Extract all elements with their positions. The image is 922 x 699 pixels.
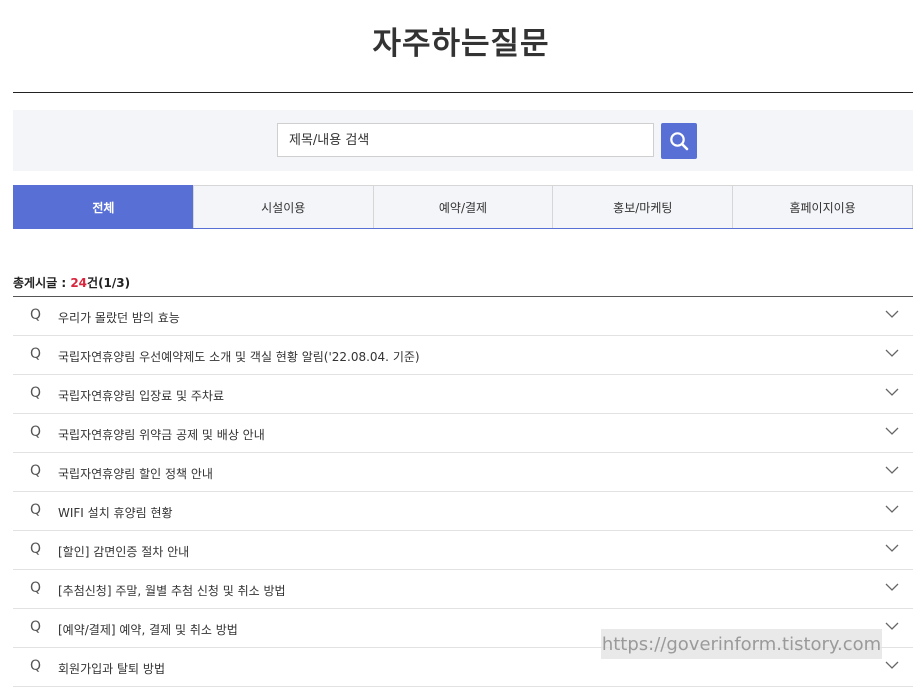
title-divider xyxy=(13,92,913,93)
faq-question: 회원가입과 탈퇴 방법 xyxy=(58,662,165,676)
tab-reservation[interactable]: 예약/결제 xyxy=(372,185,554,228)
search-button[interactable] xyxy=(661,123,697,159)
search-input[interactable] xyxy=(277,123,654,157)
chevron-down-icon[interactable] xyxy=(885,348,899,358)
chevron-down-icon[interactable] xyxy=(885,660,899,670)
faq-item[interactable]: Q 국립자연휴양림 입장료 및 주차료 xyxy=(13,375,913,414)
chevron-down-icon[interactable] xyxy=(885,504,899,514)
post-count-number: 24 xyxy=(70,276,88,290)
chevron-down-icon[interactable] xyxy=(885,387,899,397)
chevron-down-icon[interactable] xyxy=(885,621,899,631)
chevron-down-icon[interactable] xyxy=(885,309,899,319)
question-marker: Q xyxy=(30,385,42,401)
question-marker: Q xyxy=(30,541,42,557)
question-marker: Q xyxy=(30,619,42,635)
question-marker: Q xyxy=(30,658,42,674)
chevron-down-icon[interactable] xyxy=(885,465,899,475)
faq-item[interactable]: Q [추첨신청] 주말, 월별 추첨 신청 및 취소 방법 xyxy=(13,570,913,609)
question-marker: Q xyxy=(30,502,42,518)
tab-homepage[interactable]: 홈페이지이용 xyxy=(732,185,913,228)
faq-item[interactable]: Q [할인] 감면인증 절차 안내 xyxy=(13,531,913,570)
faq-question: 국립자연휴양림 우선예약제도 소개 및 객실 현황 알림('22.08.04. … xyxy=(58,350,420,364)
faq-question: [할인] 감면인증 절차 안내 xyxy=(58,545,190,559)
faq-question: 국립자연휴양림 입장료 및 주차료 xyxy=(58,389,225,403)
watermark: https://goverinform.tistory.com xyxy=(601,629,882,659)
question-marker: Q xyxy=(30,580,42,596)
faq-question: 국립자연휴양림 할인 정책 안내 xyxy=(58,467,213,481)
faq-item[interactable]: Q WIFI 설치 휴양림 현황 xyxy=(13,492,913,531)
search-area xyxy=(13,110,913,171)
faq-item[interactable]: Q 우리가 몰랐던 밤의 효능 xyxy=(13,297,913,336)
post-count: 총게시글 : 24건(1/3) xyxy=(13,274,130,291)
question-marker: Q xyxy=(30,424,42,440)
question-marker: Q xyxy=(30,346,42,362)
post-count-label: 총게시글 : xyxy=(13,276,71,290)
faq-question: 우리가 몰랐던 밤의 효능 xyxy=(58,311,180,325)
chevron-down-icon[interactable] xyxy=(885,426,899,436)
tab-marketing[interactable]: 홍보/마케팅 xyxy=(552,185,734,228)
faq-item[interactable]: Q 국립자연휴양림 우선예약제도 소개 및 객실 현황 알림('22.08.04… xyxy=(13,336,913,375)
faq-page: 자주하는질문 전체 시설이용 예약/결제 홍보/마케팅 홈페이지이용 총게시글 … xyxy=(0,0,922,699)
search-icon xyxy=(670,132,689,151)
faq-question: [추첨신청] 주말, 월별 추첨 신청 및 취소 방법 xyxy=(58,584,286,598)
faq-question: WIFI 설치 휴양림 현황 xyxy=(58,506,173,520)
question-marker: Q xyxy=(30,307,42,323)
category-tabs: 전체 시설이용 예약/결제 홍보/마케팅 홈페이지이용 xyxy=(13,185,913,229)
chevron-down-icon[interactable] xyxy=(885,582,899,592)
tab-all[interactable]: 전체 xyxy=(13,185,194,228)
post-count-suffix: 건(1/3) xyxy=(87,276,131,290)
chevron-down-icon[interactable] xyxy=(885,543,899,553)
question-marker: Q xyxy=(30,463,42,479)
tab-facility[interactable]: 시설이용 xyxy=(192,185,374,228)
faq-item[interactable]: Q 국립자연휴양림 위약금 공제 및 배상 안내 xyxy=(13,414,913,453)
page-title: 자주하는질문 xyxy=(372,26,550,62)
faq-item[interactable]: Q 국립자연휴양림 할인 정책 안내 xyxy=(13,453,913,492)
faq-question: 국립자연휴양림 위약금 공제 및 배상 안내 xyxy=(58,428,265,442)
faq-question: [예약/결제] 예약, 결제 및 취소 방법 xyxy=(58,623,238,637)
